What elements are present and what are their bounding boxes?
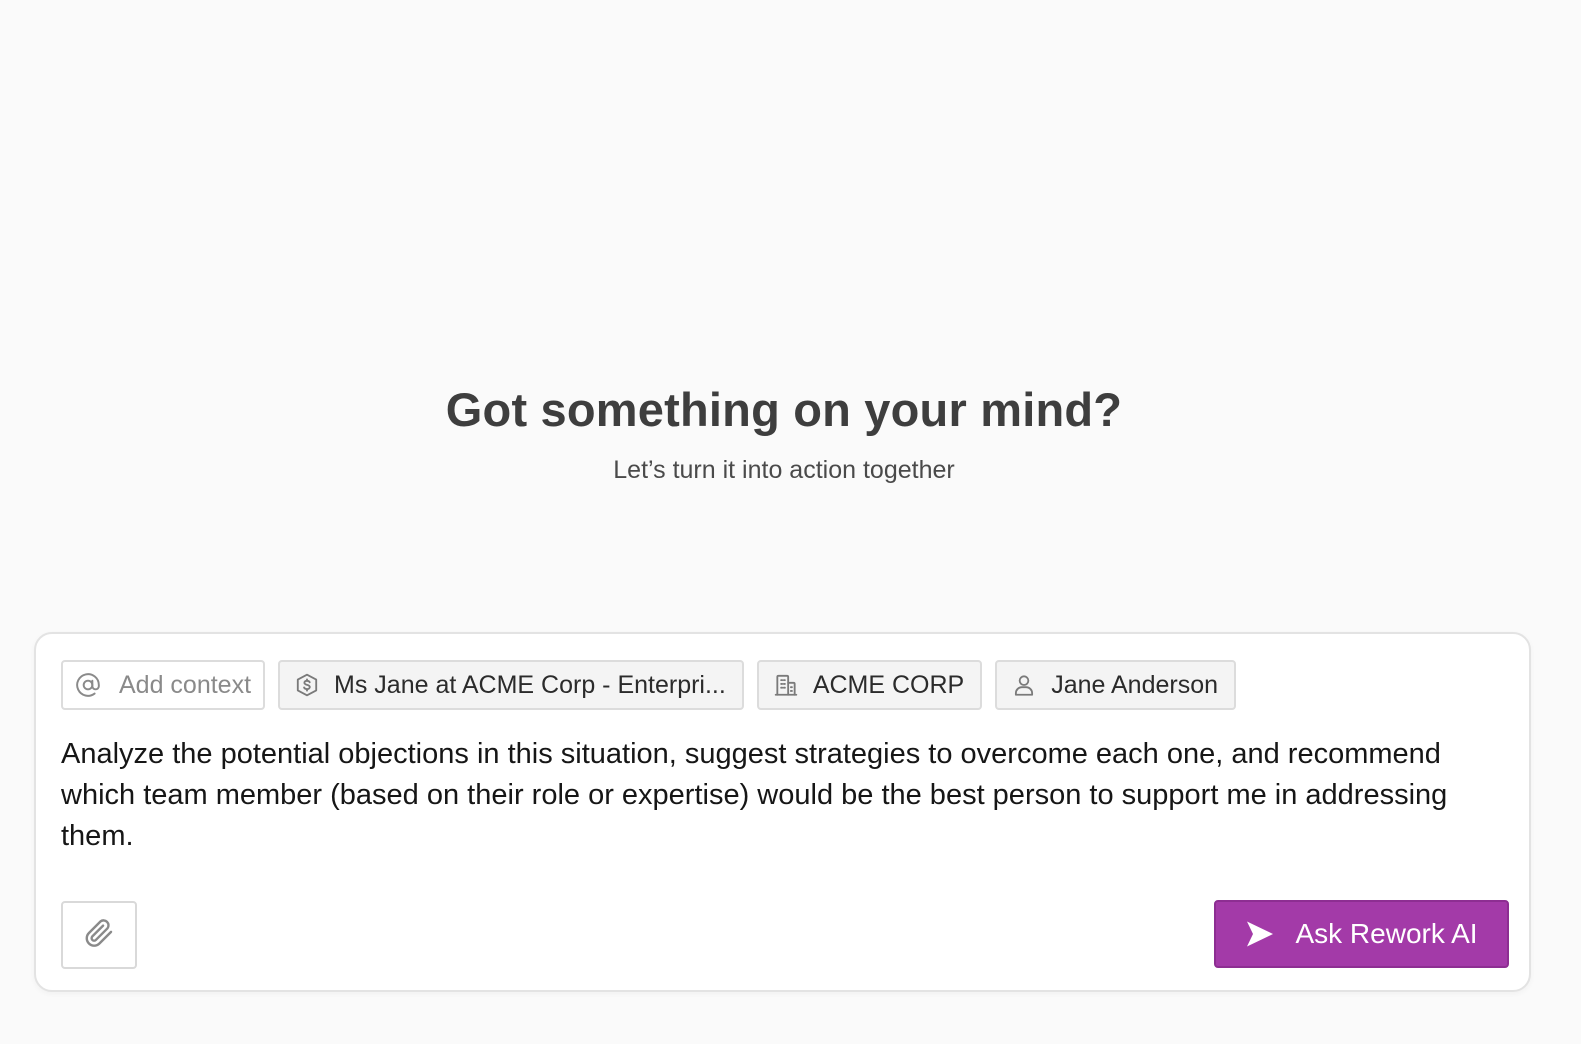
at-sign-icon [75, 672, 101, 698]
ask-rework-ai-button[interactable]: Ask Rework AI [1214, 900, 1509, 968]
user-icon [1011, 672, 1037, 698]
hero-title: Got something on your mind? [445, 383, 1123, 436]
context-chip-contact[interactable]: Jane Anderson [995, 660, 1237, 710]
add-context-label: Add context [119, 670, 252, 699]
page: Got something on your mind? Let’s turn i… [0, 0, 1581, 1044]
attach-file-button[interactable] [61, 901, 137, 969]
hero-subtitle: Let’s turn it into action together [613, 456, 955, 484]
context-chip-deal[interactable]: Ms Jane at ACME Corp - Enterpri... [278, 660, 744, 710]
ask-rework-ai-label: Ask Rework AI [1295, 918, 1478, 949]
context-chip-company-label: ACME CORP [812, 670, 965, 699]
context-chip-contact-label: Jane Anderson [1051, 670, 1219, 699]
context-chip-company[interactable]: ACME CORP [756, 660, 983, 710]
add-context-button[interactable]: Add context [61, 660, 266, 710]
prompt-input[interactable]: Analyze the potential objections in this… [61, 734, 1521, 857]
building-icon [773, 672, 799, 698]
send-icon [1245, 920, 1275, 948]
paperclip-icon [82, 916, 116, 955]
context-chip-deal-label: Ms Jane at ACME Corp - Enterpri... [334, 670, 726, 699]
deal-dollar-icon [294, 672, 320, 698]
context-chip-bar: Add context Ms Jane at ACME Corp - Enter… [61, 660, 1237, 710]
hero-section: Got something on your mind? Let’s turn i… [0, 380, 1568, 486]
prompt-composer: Add context Ms Jane at ACME Corp - Enter… [34, 632, 1531, 992]
